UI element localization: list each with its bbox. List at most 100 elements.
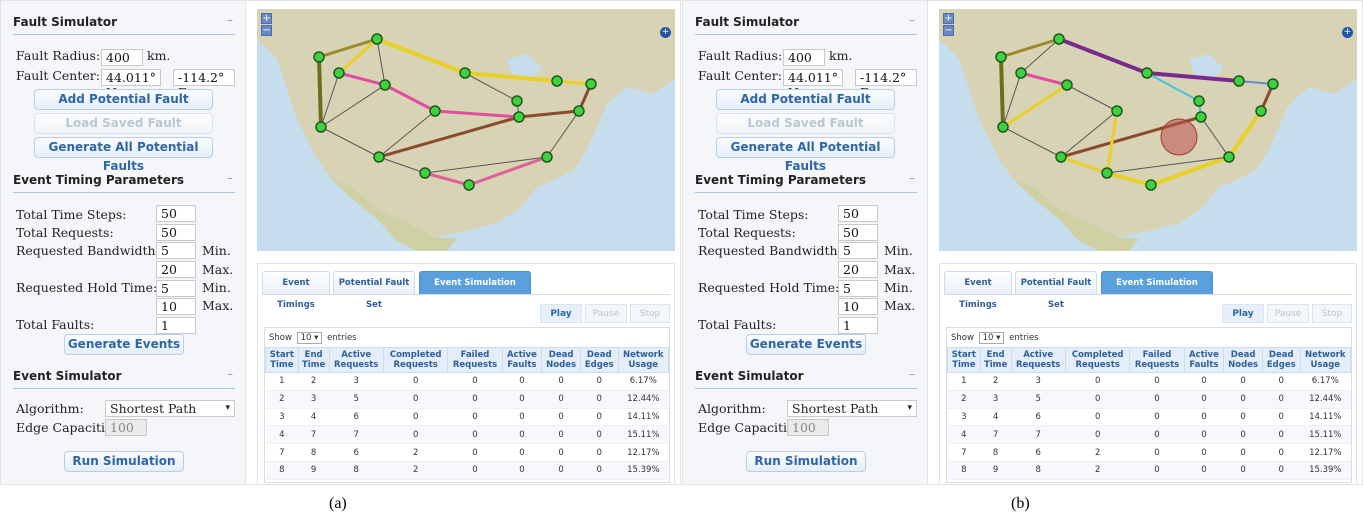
network-node[interactable] [1141,67,1153,79]
add-potential-fault-button[interactable]: Add Potential Fault [34,89,213,110]
column-header[interactable]: End Time [979,347,1012,373]
column-header[interactable]: Dead Edges [1261,347,1301,373]
load-saved-fault-button[interactable]: Load Saved Fault [34,113,213,134]
network-node[interactable] [995,51,1007,63]
fault-center-lat-input[interactable]: 44.011° N [101,69,161,100]
generate-events-button[interactable]: Generate Events [746,334,866,355]
requested-bandwidth-min-input[interactable]: 5 [838,242,878,259]
column-header[interactable]: Dead Edges [579,347,619,373]
run-simulation-button[interactable]: Run Simulation [746,451,866,472]
fault-radius-input[interactable]: 400 [101,49,143,66]
tab-event-simulation-results[interactable]: Event Simulation Results [1101,271,1213,310]
network-map[interactable]: + − + [939,9,1357,251]
network-node[interactable] [1223,151,1235,163]
network-node[interactable] [1015,67,1027,79]
network-edge[interactable] [999,55,1005,129]
collapse-icon[interactable]: – [227,13,233,27]
network-node[interactable] [373,151,385,163]
total-faults-input[interactable]: 1 [838,317,878,334]
network-node[interactable] [1055,151,1067,163]
section-header-fault-simulator[interactable]: Fault Simulator – [13,9,235,35]
section-header-event-simulator[interactable]: Event Simulator – [13,363,235,389]
requested-hold-time-max-input[interactable]: 10 [838,298,878,315]
compass-icon[interactable]: + [1342,27,1353,38]
column-header[interactable]: Completed Requests [382,347,449,373]
column-header[interactable]: Network Usage [1299,347,1352,373]
network-node[interactable] [1267,78,1279,90]
network-node[interactable] [573,105,585,117]
generate-all-potential-faults-button[interactable]: Generate All Potential Faults [34,137,213,173]
requested-hold-time-min-input[interactable]: 5 [156,280,196,297]
play-button[interactable]: Play [540,304,582,323]
fault-circle[interactable] [1160,118,1198,156]
section-header-event-timing[interactable]: Event Timing Parameters – [13,167,235,193]
tab-event-timings[interactable]: Event Timings [944,271,1012,310]
total-time-steps-input[interactable]: 50 [838,205,878,222]
network-node[interactable] [419,167,431,179]
add-potential-fault-button[interactable]: Add Potential Fault [716,89,895,110]
requested-bandwidth-min-input[interactable]: 5 [156,242,196,259]
stop-button[interactable]: Stop [630,304,670,323]
fault-center-lat-input[interactable]: 44.011° N [783,69,843,100]
load-saved-fault-button[interactable]: Load Saved Fault [716,113,895,134]
network-map[interactable]: + − + [257,9,675,251]
fault-radius-input[interactable]: 400 [783,49,825,66]
collapse-icon[interactable]: – [909,13,915,27]
network-node[interactable] [429,105,441,117]
section-header-event-timing[interactable]: Event Timing Parameters – [695,167,917,193]
network-node[interactable] [313,51,325,63]
column-header[interactable]: Active Faults [501,347,543,373]
network-edge[interactable] [317,55,323,129]
network-node[interactable] [379,79,391,91]
network-node[interactable] [315,121,327,133]
network-node[interactable] [333,67,345,79]
network-node[interactable] [1195,111,1207,123]
collapse-icon[interactable]: – [227,367,233,381]
fault-center-lon-input[interactable]: -114.2° E [855,69,917,100]
network-node[interactable] [459,67,471,79]
requested-bandwidth-max-input[interactable]: 20 [156,261,196,278]
network-node[interactable] [1145,179,1157,191]
network-node[interactable] [1193,95,1205,107]
network-node[interactable] [1053,33,1065,45]
column-header[interactable]: Active Faults [1183,347,1225,373]
algorithm-select[interactable]: Shortest Path ▾ [105,400,235,417]
network-node[interactable] [371,33,383,45]
edge-capacities-input[interactable]: 100 [787,419,829,436]
network-node[interactable] [1101,167,1113,179]
network-node[interactable] [1111,105,1123,117]
column-header[interactable]: Failed Requests [447,347,503,373]
total-requests-input[interactable]: 50 [156,224,196,241]
generate-all-potential-faults-button[interactable]: Generate All Potential Faults [716,137,895,173]
network-node[interactable] [1255,105,1267,117]
requested-hold-time-min-input[interactable]: 5 [838,280,878,297]
run-simulation-button[interactable]: Run Simulation [64,451,184,472]
network-node[interactable] [551,75,563,87]
collapse-icon[interactable]: – [227,171,233,185]
algorithm-select[interactable]: Shortest Path ▾ [787,400,917,417]
tab-potential-fault-set[interactable]: Potential Fault Set [1015,271,1097,310]
column-header[interactable]: Start Time [947,347,981,373]
column-header[interactable]: Dead Nodes [1223,347,1263,373]
column-header[interactable]: Dead Nodes [541,347,581,373]
network-node[interactable] [1233,75,1245,87]
stop-button[interactable]: Stop [1312,304,1352,323]
collapse-icon[interactable]: – [909,171,915,185]
zoom-out-icon[interactable]: − [261,25,272,36]
total-faults-input[interactable]: 1 [156,317,196,334]
map-canvas[interactable] [939,9,1357,251]
column-header[interactable]: Network Usage [617,347,670,373]
entries-select[interactable]: 10 ▾ [978,332,1005,344]
generate-events-button[interactable]: Generate Events [64,334,184,355]
tab-potential-fault-set[interactable]: Potential Fault Set [333,271,415,310]
edge-capacities-input[interactable]: 100 [105,419,147,436]
column-header[interactable]: Completed Requests [1064,347,1131,373]
network-node[interactable] [541,151,553,163]
total-requests-input[interactable]: 50 [838,224,878,241]
fault-center-lon-input[interactable]: -114.2° E [173,69,235,100]
compass-icon[interactable]: + [660,27,671,38]
column-header[interactable]: End Time [297,347,330,373]
section-header-fault-simulator[interactable]: Fault Simulator – [695,9,917,35]
entries-select[interactable]: 10 ▾ [296,332,323,344]
tab-event-simulation-results[interactable]: Event Simulation Results [419,271,531,310]
